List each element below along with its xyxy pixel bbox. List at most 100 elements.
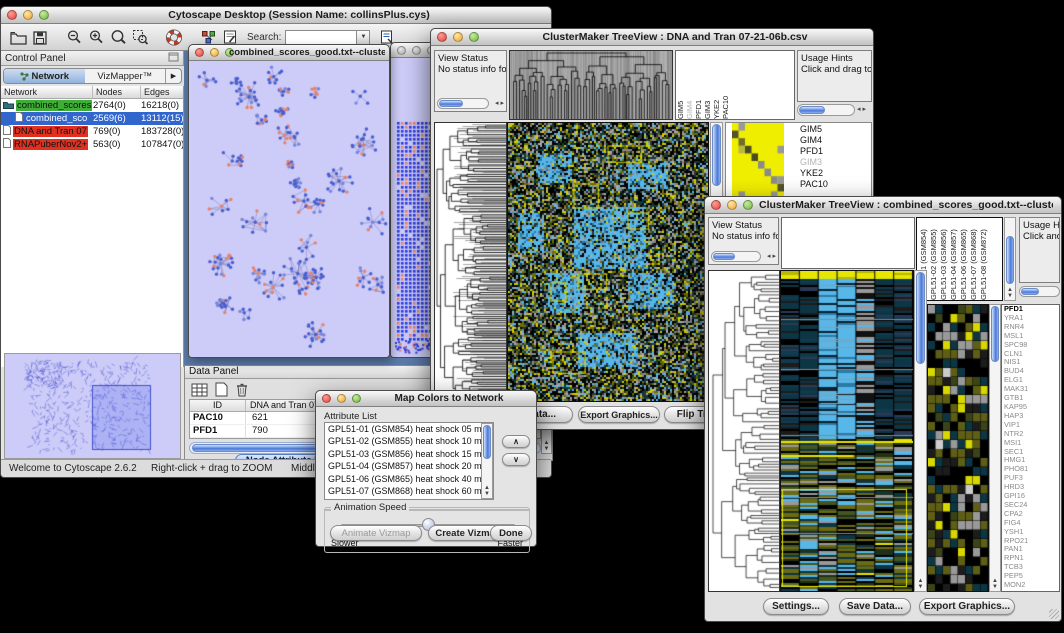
attribute-list-vscrollbar[interactable]: ▲▼ — [481, 423, 493, 499]
close-button[interactable] — [711, 200, 721, 210]
zoom-button[interactable] — [743, 200, 753, 210]
scrollbar-arrows[interactable]: ◂ ▸ — [857, 107, 866, 113]
tv2-status-hscrollbar[interactable] — [711, 251, 761, 262]
attribute-list-item[interactable]: GPL51-03 (GSM856) heat shock 15 min — [325, 448, 493, 460]
scrollbar-thumb[interactable] — [713, 253, 735, 260]
move-up-button[interactable]: ∧ — [502, 435, 530, 448]
tv2-save-data-button[interactable]: Save Data... — [839, 598, 911, 615]
scrollbar-arrows[interactable]: ▲▼ — [1005, 287, 1015, 299]
network-overview-canvas[interactable] — [5, 354, 180, 458]
scrollbar-arrows[interactable]: ▲▼ — [542, 440, 551, 452]
zoom-button[interactable] — [352, 394, 361, 403]
rotated-column-label[interactable]: GPL51-08 (GSM872) — [979, 218, 989, 300]
tv1-status-hscrollbar[interactable] — [437, 98, 489, 109]
network-row[interactable]: combined_sco2569(6)13112(15) — [1, 112, 183, 125]
row-dendrogram-canvas[interactable] — [435, 123, 506, 401]
scrollbar-thumb[interactable] — [991, 306, 999, 362]
close-button[interactable] — [397, 46, 406, 55]
save-icon[interactable] — [29, 27, 51, 47]
open-folder-icon[interactable] — [7, 27, 29, 47]
scrollbar-arrows[interactable]: ▲▼ — [990, 578, 1000, 590]
gene-label[interactable]: GIM3 — [798, 157, 828, 168]
rotated-column-label[interactable]: GPL51-07 (GSM868) — [969, 218, 979, 300]
rotated-gene-label[interactable]: PFD1 — [694, 51, 703, 119]
scrollbar-arrows[interactable]: ◂ ▸ — [495, 101, 504, 107]
network-view-canvas[interactable] — [189, 61, 389, 357]
help-lifesaver-icon[interactable] — [163, 27, 185, 47]
gene-label[interactable]: GIM5 — [798, 124, 828, 135]
column-dendrogram-canvas[interactable] — [510, 51, 672, 119]
gene-label[interactable]: YKE2 — [798, 168, 828, 179]
search-input[interactable] — [285, 30, 357, 45]
rotated-gene-label[interactable]: GIM3 — [703, 51, 712, 119]
done-button[interactable]: Done — [490, 525, 532, 541]
heatmap-canvas[interactable] — [781, 271, 913, 591]
minimize-button[interactable] — [727, 200, 737, 210]
treeview1-titlebar[interactable]: ClusterMaker TreeView : DNA and Tran 07-… — [431, 29, 873, 46]
minimize-button[interactable] — [23, 10, 33, 20]
zoom-heatmap-canvas[interactable] — [732, 123, 784, 199]
rotated-gene-label[interactable]: GIM5 — [676, 51, 685, 119]
zoom-button[interactable] — [469, 32, 479, 42]
gene-label[interactable]: GIM4 — [798, 135, 828, 146]
close-button[interactable] — [195, 48, 204, 57]
minimize-button[interactable] — [210, 48, 219, 57]
tv2-heatmap-vscrollbar[interactable]: ▲▼ — [914, 270, 927, 592]
network-row[interactable]: DNA and Tran 07769(0)183728(0) — [1, 125, 183, 138]
zoom-fit-icon[interactable] — [107, 27, 129, 47]
gene-label[interactable]: PAC10 — [798, 179, 828, 190]
close-button[interactable] — [7, 10, 17, 20]
tv2-settings-button[interactable]: Settings... — [763, 598, 829, 615]
attribute-list-item[interactable]: GPL51-06 (GSM865) heat shock 40 min — [325, 473, 493, 485]
heatmap-canvas[interactable] — [508, 123, 708, 401]
minimize-button[interactable] — [337, 394, 346, 403]
rotated-column-label[interactable]: GPL51-04 (GSM857) — [949, 218, 959, 300]
minimize-button[interactable] — [453, 32, 463, 42]
scrollbar-thumb[interactable] — [439, 100, 463, 107]
tv2-export-graphics-button[interactable]: Export Graphics... — [919, 598, 1015, 615]
attribute-listbox[interactable]: GPL51-01 (GSM854) heat shock 05 min GPL51… — [324, 422, 494, 500]
network-row[interactable]: combined_scores2764(0)16218(0) — [1, 99, 183, 112]
rotated-column-label[interactable]: GPL51-06 (GSM865) — [959, 218, 969, 300]
row-dendrogram-canvas[interactable] — [709, 271, 779, 591]
scrollbar-thumb[interactable] — [712, 124, 721, 186]
tv2-hints-hscrollbar[interactable] — [1019, 286, 1060, 297]
tab-overflow-button[interactable]: ▶ — [165, 69, 181, 83]
scrollbar-thumb[interactable] — [799, 106, 825, 114]
attribute-list-item[interactable]: GPL51-07 (GSM868) heat shock 60 min — [325, 485, 493, 497]
zoom-heatmap-canvas[interactable] — [928, 305, 988, 591]
rotated-column-label[interactable]: GPL51-03 (GSM856) — [939, 218, 949, 300]
close-button[interactable] — [322, 394, 331, 403]
column-header-network[interactable]: Network — [1, 86, 93, 98]
scrollbar-arrows[interactable]: ◂ ▸ — [767, 254, 776, 260]
tv2-genelist-vscrollbar[interactable]: ▲▼ — [989, 304, 1001, 592]
tab-network[interactable]: Network — [4, 69, 85, 83]
scrollbar-thumb[interactable] — [1006, 236, 1014, 284]
column-header-id[interactable]: ID — [190, 400, 246, 411]
network-view-titlebar[interactable]: combined_scores_good.txt--cluste... — [189, 45, 389, 61]
column-header-edges[interactable]: Edges — [141, 86, 183, 98]
float-panel-icon[interactable] — [168, 52, 179, 65]
search-combobox[interactable]: ▼ — [285, 30, 370, 45]
dialog-titlebar[interactable]: Map Colors to Network — [316, 391, 536, 407]
network-row[interactable]: RNAPuberNov2+563(0)107847(0) — [1, 138, 183, 151]
search-dropdown-arrow-icon[interactable]: ▼ — [357, 30, 370, 45]
tab-vizmapper[interactable]: VizMapper™ — [85, 69, 166, 83]
scrollbar-thumb[interactable] — [1021, 288, 1039, 295]
minimize-button[interactable] — [412, 46, 421, 55]
animate-vizmap-button[interactable]: Animate Vizmap — [330, 525, 422, 541]
column-header-nodes[interactable]: Nodes — [93, 86, 141, 98]
tv2-labels-vscrollbar[interactable]: ▲▼ — [1004, 217, 1016, 301]
rotated-gene-label[interactable]: PAC10 — [721, 51, 730, 119]
rotated-gene-label[interactable]: YKE2 — [712, 51, 721, 119]
attribute-list-item[interactable]: GPL51-04 (GSM857) heat shock 20 min — [325, 460, 493, 472]
treeview2-titlebar[interactable]: ClusterMaker TreeView : combined_scores_… — [705, 197, 1061, 214]
tv1-export-graphics-button[interactable]: Export Graphics... — [578, 406, 660, 423]
gene-label[interactable]: MON2 — [1002, 581, 1059, 590]
rotated-column-label[interactable]: GPL51-02 (GSM855) — [929, 218, 939, 300]
attribute-list-item[interactable]: GPL51-01 (GSM854) heat shock 05 min — [325, 423, 493, 435]
close-button[interactable] — [437, 32, 447, 42]
move-down-button[interactable]: ∨ — [502, 453, 530, 466]
zoom-out-icon[interactable] — [63, 27, 85, 47]
zoom-selected-icon[interactable] — [129, 27, 151, 47]
